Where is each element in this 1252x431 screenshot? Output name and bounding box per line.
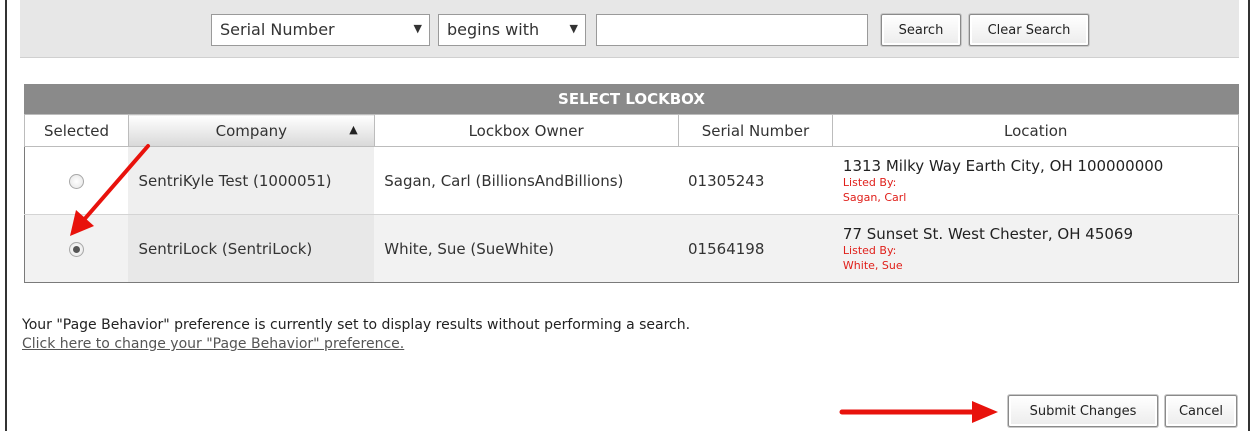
listed-by-label: Listed By: — [842, 243, 897, 257]
panel-title: SELECT LOCKBOX — [24, 84, 1239, 114]
notice-text: Your "Page Behavior" preference is curre… — [22, 317, 691, 333]
listed-by-label: Listed By: — [842, 175, 897, 189]
listed-by-name: Sagan, Carl — [842, 190, 907, 204]
search-input[interactable] — [596, 14, 868, 46]
search-operator-select[interactable]: begins with ▼ — [438, 14, 586, 46]
column-header-location[interactable]: Location — [832, 114, 1239, 147]
location-address: 1313 Milky Way Earth City, OH 100000000 — [842, 156, 1164, 175]
clear-search-button[interactable]: Clear Search — [969, 14, 1089, 46]
owner-cell: White, Sue (SueWhite) — [374, 214, 679, 283]
search-bar: Serial Number ▼ begins with ▼ Search Cle… — [20, 0, 1239, 58]
lockbox-table: Selected Company ▲ Lockbox Owner Serial … — [24, 114, 1239, 283]
location-cell: 77 Sunset St. West Chester, OH 45069 Lis… — [832, 214, 1239, 283]
column-header-label: Company — [215, 121, 288, 140]
column-header-selected[interactable]: Selected — [24, 114, 129, 147]
submit-changes-button[interactable]: Submit Changes — [1008, 395, 1158, 427]
table-row[interactable]: SentriLock (SentriLock) White, Sue (SueW… — [24, 214, 1239, 283]
search-field-value: Serial Number — [220, 20, 335, 39]
sort-ascending-icon: ▲ — [349, 123, 358, 136]
listed-by-name: White, Sue — [842, 258, 903, 272]
page-behavior-notice: Your "Page Behavior" preference is curre… — [22, 316, 690, 354]
column-header-owner[interactable]: Lockbox Owner — [373, 114, 679, 147]
dropdown-arrow-icon: ▼ — [413, 22, 422, 35]
search-field-select[interactable]: Serial Number ▼ — [211, 14, 430, 46]
table-header-row: Selected Company ▲ Lockbox Owner Serial … — [24, 114, 1239, 147]
location-cell: 1313 Milky Way Earth City, OH 100000000 … — [832, 146, 1239, 215]
table-row[interactable]: SentriKyle Test (1000051) Sagan, Carl (B… — [24, 146, 1239, 215]
select-radio[interactable] — [69, 241, 85, 257]
column-header-serial[interactable]: Serial Number — [677, 114, 834, 147]
select-radio[interactable] — [69, 173, 85, 189]
location-address: 77 Sunset St. West Chester, OH 45069 — [842, 224, 1133, 243]
dropdown-arrow-icon: ▼ — [569, 22, 578, 35]
owner-cell: Sagan, Carl (BillionsAndBillions) — [374, 146, 679, 215]
cancel-button[interactable]: Cancel — [1165, 395, 1237, 427]
page-behavior-link[interactable]: Click here to change your "Page Behavior… — [22, 336, 404, 352]
serial-cell: 01564198 — [678, 214, 833, 283]
serial-cell: 01305243 — [678, 146, 833, 215]
selected-cell — [24, 214, 129, 283]
company-cell: SentriLock (SentriLock) — [128, 214, 375, 283]
search-operator-value: begins with — [447, 20, 540, 39]
selected-cell — [24, 146, 129, 215]
column-header-company[interactable]: Company ▲ — [127, 114, 375, 147]
search-button[interactable]: Search — [881, 14, 961, 46]
company-cell: SentriKyle Test (1000051) — [128, 146, 375, 215]
